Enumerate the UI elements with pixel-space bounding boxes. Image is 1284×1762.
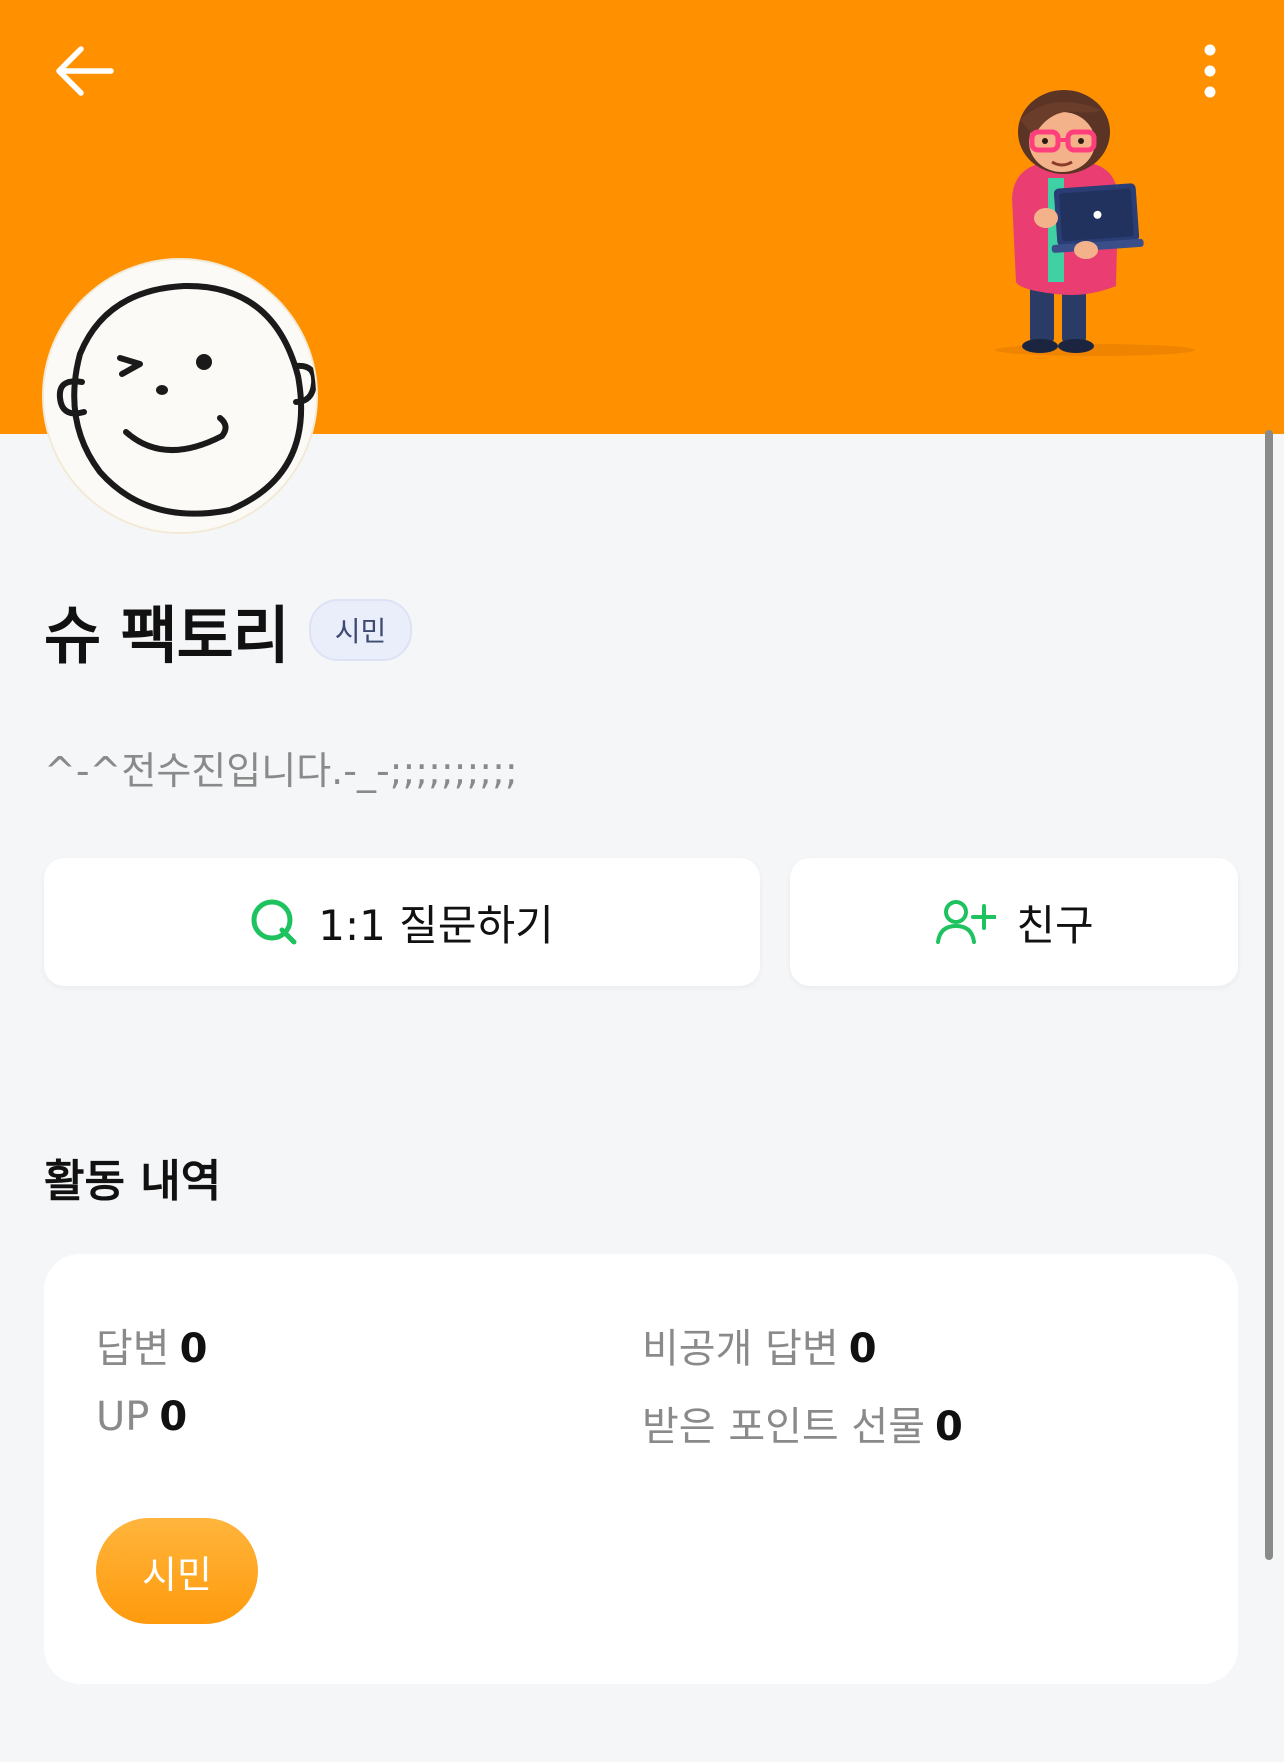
profile-name: 슈 팩토리 — [44, 599, 290, 672]
stat-value: 0 — [935, 1404, 963, 1450]
activity-section-title: 활동 내역 — [44, 1156, 222, 1207]
avatar — [44, 260, 316, 532]
q-question-icon — [251, 899, 297, 945]
stat-value: 0 — [159, 1394, 188, 1440]
stat-label: UP — [96, 1394, 150, 1440]
profile-bio: ^-^전수진입니다.-_-;;;;;;;;;; — [44, 749, 518, 793]
stat-value: 0 — [848, 1326, 877, 1372]
activity-card: 답변 0 비공개 답변 0 UP 0 받은 포인트 선물 0 시민 — [44, 1254, 1238, 1684]
stat-label: 받은 포인트 선물 — [642, 1404, 926, 1450]
add-friend-button[interactable]: 친구 — [790, 858, 1238, 986]
scrollbar[interactable] — [1265, 430, 1273, 1560]
grade-pill: 시민 — [96, 1518, 258, 1624]
stat-label: 답변 — [96, 1326, 170, 1372]
add-friend-icon — [936, 900, 997, 944]
one-to-one-question-button[interactable]: 1:1 질문하기 — [44, 858, 760, 986]
smiley-face-icon — [44, 260, 316, 532]
mascot-illustration — [995, 90, 1195, 356]
back-button[interactable] — [44, 36, 124, 106]
stat-private-answers: 비공개 답변 0 — [642, 1316, 877, 1374]
stat-value: 0 — [179, 1326, 208, 1372]
friend-button-label: 친구 — [1016, 900, 1094, 950]
grade-badge: 시민 — [308, 599, 413, 661]
stat-up: UP 0 — [96, 1394, 187, 1440]
profile-name-row: 슈 팩토리 시민 — [44, 590, 413, 672]
question-button-label: 1:1 질문하기 — [318, 900, 554, 950]
stat-label: 비공개 답변 — [642, 1326, 839, 1372]
stat-received-points: 받은 포인트 선물 0 — [642, 1394, 963, 1452]
stat-answers: 답변 0 — [96, 1316, 207, 1374]
arrow-left-icon — [56, 46, 114, 96]
